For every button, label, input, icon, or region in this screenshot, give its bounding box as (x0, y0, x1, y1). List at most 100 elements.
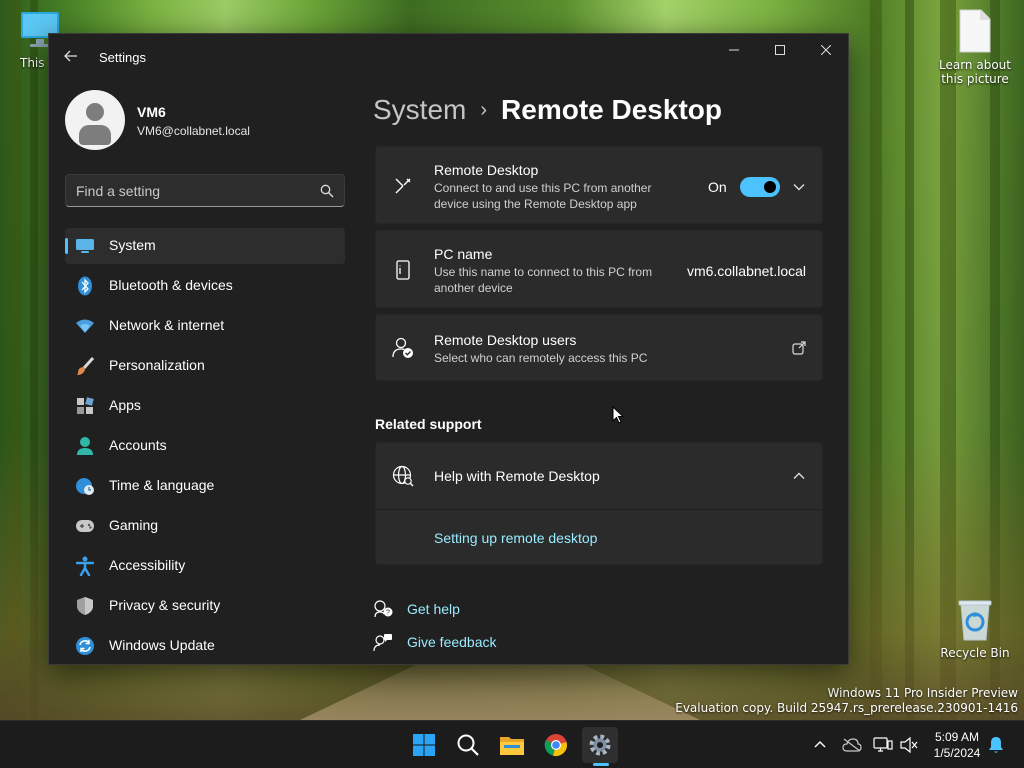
wifi-icon (75, 316, 95, 336)
remote-desktop-users-card[interactable]: Remote Desktop users Select who can remo… (375, 314, 823, 381)
sidebar-item-label: Network & internet (109, 317, 225, 333)
maximize-button[interactable] (757, 34, 803, 66)
sidebar-item-bluetooth[interactable]: Bluetooth & devices (65, 268, 345, 304)
sidebar-item-apps[interactable]: Apps (65, 388, 345, 424)
get-help-link[interactable]: Get help (407, 601, 460, 617)
back-arrow-icon (64, 50, 77, 62)
sidebar-item-network[interactable]: Network & internet (65, 308, 345, 344)
card-title: Remote Desktop (434, 162, 539, 178)
clock-date: 1/5/2024 (933, 746, 981, 760)
sidebar-item-label: Windows Update (109, 637, 215, 653)
give-feedback-link[interactable]: Give feedback (407, 634, 497, 650)
close-button[interactable] (803, 34, 848, 66)
app-title: Settings (99, 50, 146, 65)
sidebar-item-label: Accessibility (109, 557, 186, 573)
shield-icon (75, 596, 95, 616)
sidebar-item-gaming[interactable]: Gaming (65, 508, 345, 544)
sidebar-item-personalization[interactable]: Personalization (65, 348, 345, 384)
user-email: VM6@collabnet.local (137, 124, 250, 138)
user-profile[interactable]: VM6 VM6@collabnet.local (65, 90, 345, 150)
page-title: Remote Desktop (501, 94, 722, 125)
setting-up-remote-desktop-link[interactable]: Setting up remote desktop (434, 530, 597, 546)
sidebar-item-time-language[interactable]: Time & language (65, 468, 345, 504)
settings-window: Settings VM6 VM6@collabnet.local System (48, 33, 849, 665)
minimize-icon (729, 49, 739, 51)
start-button[interactable] (406, 727, 442, 763)
notifications-button[interactable] (986, 735, 1006, 755)
apps-icon (75, 396, 95, 416)
card-title: Help with Remote Desktop (434, 468, 600, 484)
sidebar-item-windows-update[interactable]: Windows Update (65, 628, 345, 664)
chrome-button[interactable] (538, 727, 574, 763)
breadcrumb-parent[interactable]: System (373, 94, 466, 126)
sidebar-item-system[interactable]: System (65, 228, 345, 264)
card-title: PC name (434, 246, 493, 262)
show-hidden-icons-button[interactable] (810, 735, 830, 755)
chevron-down-icon[interactable] (792, 180, 806, 194)
chevron-up-icon[interactable] (792, 469, 806, 483)
settings-icon (589, 734, 611, 756)
external-link-icon[interactable] (792, 341, 806, 355)
desktop-icon-label: Learn about this picture (939, 58, 1011, 86)
brush-icon (75, 356, 95, 376)
onedrive-tray-button[interactable] (842, 735, 862, 755)
mouse-cursor-icon (612, 406, 624, 424)
desktop-icon-recycle-bin[interactable]: Recycle Bin (935, 598, 1015, 660)
toggle-state-label: On (708, 179, 727, 195)
card-description: Select who can remotely access this PC (434, 351, 648, 365)
monitor-icon (75, 236, 95, 256)
related-support-heading: Related support (375, 416, 482, 432)
chevron-up-icon (814, 741, 826, 748)
maximize-icon (775, 45, 785, 55)
help-remote-desktop-card[interactable]: Help with Remote Desktop Setting up remo… (375, 442, 823, 565)
watermark-edition: Windows 11 Pro Insider Preview (827, 686, 1018, 700)
sidebar-item-label: Apps (109, 397, 141, 413)
remote-desktop-card[interactable]: Remote Desktop Connect to and use this P… (375, 146, 823, 224)
desktop-icon-learn-about-picture[interactable]: Learn about this picture (935, 8, 1015, 86)
cloud-offline-icon (842, 738, 862, 752)
taskbar: 5:09 AM 1/5/2024 (0, 720, 1024, 768)
sidebar-item-accounts[interactable]: Accounts (65, 428, 345, 464)
sidebar-item-accessibility[interactable]: Accessibility (65, 548, 345, 584)
remote-desktop-toggle[interactable] (740, 177, 780, 197)
settings-search[interactable] (65, 174, 345, 207)
taskbar-clock[interactable]: 5:09 AM 1/5/2024 (926, 729, 988, 761)
search-icon (457, 734, 479, 756)
pc-name-icon (392, 259, 414, 281)
search-input[interactable] (76, 181, 306, 201)
accessibility-icon (75, 556, 95, 576)
document-icon (959, 9, 991, 53)
recycle-bin-icon (958, 600, 992, 641)
chrome-icon (544, 734, 567, 756)
sidebar-item-label: Privacy & security (109, 597, 221, 613)
sidebar-item-label: Accounts (109, 437, 167, 453)
network-icon (873, 737, 893, 752)
sidebar-item-label: Time & language (109, 477, 215, 493)
minimize-button[interactable] (711, 34, 757, 66)
pc-name-value: vm6.collabnet.local (686, 263, 806, 279)
file-explorer-button[interactable] (494, 727, 530, 763)
card-title: Remote Desktop users (434, 332, 577, 348)
remote-desktop-icon (392, 175, 414, 197)
network-tray-button[interactable] (873, 735, 893, 755)
title-bar[interactable]: Settings (49, 34, 848, 82)
card-description: Connect to and use this PC from another … (434, 181, 652, 211)
back-button[interactable] (61, 48, 81, 68)
avatar (65, 90, 125, 150)
sidebar-item-privacy-security[interactable]: Privacy & security (65, 588, 345, 624)
sidebar-nav: System Bluetooth & devices Network & int… (65, 228, 345, 664)
user-name: VM6 (137, 104, 166, 120)
pc-name-card: PC name Use this name to connect to this… (375, 230, 823, 308)
update-icon (75, 636, 95, 656)
sidebar-item-label: Gaming (109, 517, 159, 533)
settings-taskbar-button[interactable] (582, 727, 618, 763)
search-icon[interactable] (320, 184, 334, 198)
volume-tray-button[interactable] (899, 735, 919, 755)
user-check-icon (392, 337, 414, 359)
globe-clock-icon (75, 476, 95, 496)
sidebar-item-label: Bluetooth & devices (109, 277, 233, 293)
start-icon (413, 734, 435, 756)
gamepad-icon (75, 516, 95, 536)
bluetooth-icon (75, 276, 95, 296)
taskbar-search-button[interactable] (450, 727, 486, 763)
